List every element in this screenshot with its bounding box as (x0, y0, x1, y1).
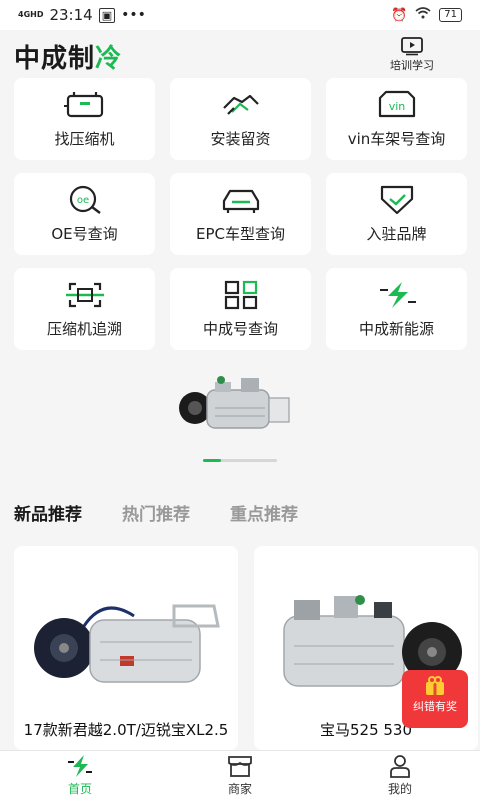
network-indicator: 4GHD (18, 10, 44, 19)
bottom-nav: 首页 商家 我的 (0, 750, 480, 800)
carousel-indicator-active (203, 459, 221, 462)
battery-indicator: 71 (439, 8, 462, 22)
carousel-indicator (203, 459, 277, 462)
error-report-label: 纠错有奖 (413, 700, 457, 713)
tile-label: vin车架号查询 (347, 129, 446, 148)
compressor-product-image (179, 376, 290, 429)
tile-new-energy[interactable]: 中成新能源 (326, 268, 467, 350)
error-report-reward-button[interactable]: 纠错有奖 (402, 670, 468, 728)
logo-accent: 冷 (95, 44, 123, 74)
tab-new-products[interactable]: 新品推荐 (14, 500, 82, 525)
car-icon (222, 189, 259, 213)
compressor-icon (63, 91, 103, 117)
wifi-icon (415, 7, 431, 23)
product-card[interactable]: 17款新君越2.0T/迈锐宝XL2.5 (14, 546, 238, 750)
lightning-icon (379, 281, 416, 308)
app-logo: 中成制冷 (14, 38, 122, 75)
tile-label: OE号查询 (51, 224, 118, 243)
svg-text:vin: vin (388, 100, 405, 113)
tab-hot[interactable]: 热门推荐 (122, 500, 190, 525)
tile-label: 中成新能源 (358, 319, 434, 338)
tile-label: 中成号查询 (202, 319, 278, 338)
user-icon (390, 755, 410, 778)
product-name: 17款新君越2.0T/迈锐宝XL2.5 (23, 721, 229, 739)
tile-epc-query[interactable]: EPC车型查询 (170, 173, 311, 255)
gift-icon (426, 676, 444, 695)
status-right: ⏰ 71 (391, 7, 462, 23)
banner-carousel[interactable] (0, 360, 480, 470)
tile-vin-query[interactable]: vin vin车架号查询 (326, 78, 467, 160)
app-header: 中成制冷 培训学习 (0, 30, 480, 76)
tile-oe-query[interactable]: oe OE号查询 (14, 173, 155, 255)
video-play-icon (401, 37, 423, 56)
handshake-icon (222, 94, 259, 115)
tile-brand-join[interactable]: 入驻品牌 (326, 173, 467, 255)
tile-label: 找压缩机 (54, 129, 115, 148)
trace-scan-icon (65, 282, 104, 307)
tile-compressor-trace[interactable]: 压缩机追溯 (14, 268, 155, 350)
grid-blocks-icon (224, 280, 257, 309)
nav-label: 我的 (387, 782, 412, 796)
oe-search-icon: oe (69, 185, 101, 214)
status-time: 23:14 (49, 6, 93, 24)
nav-label: 商家 (227, 782, 252, 796)
recommend-tabs: 新品推荐 热门推荐 重点推荐 (14, 500, 298, 525)
svg-text:oe: oe (76, 195, 88, 206)
tab-featured[interactable]: 重点推荐 (230, 500, 298, 525)
hd-icon: ▣ (98, 7, 116, 23)
tile-zc-number-query[interactable]: 中成号查询 (170, 268, 311, 350)
vin-icon: vin (378, 90, 415, 117)
alarm-icon: ⏰ (391, 7, 408, 23)
tile-label: 压缩机追溯 (46, 319, 122, 338)
tile-label: 安装留资 (210, 129, 271, 148)
store-icon (228, 756, 252, 777)
status-left: 4GHD 23:14 ▣ ••• (18, 6, 146, 24)
more-icon: ••• (121, 7, 146, 23)
logo-main: 中成制 (14, 44, 96, 74)
function-grid: 找压缩机 安装留资 vin vin车架号查询 oe OE号查询 EPC车型查询 … (14, 78, 467, 350)
nav-merchants[interactable]: 商家 (160, 751, 320, 800)
tile-label: EPC车型查询 (196, 224, 285, 243)
nav-home[interactable]: 首页 (0, 751, 160, 800)
brand-shield-icon (380, 185, 413, 214)
training-label: 培训学习 (390, 59, 434, 72)
training-button[interactable]: 培训学习 (384, 36, 440, 73)
status-bar: 4GHD 23:14 ▣ ••• ⏰ 71 (0, 0, 480, 30)
nav-profile[interactable]: 我的 (320, 751, 480, 800)
tile-install-info[interactable]: 安装留资 (170, 78, 311, 160)
product-list: 17款新君越2.0T/迈锐宝XL2.5 宝马525 530 (14, 546, 478, 750)
home-bolt-icon (68, 755, 92, 777)
nav-label: 首页 (67, 782, 92, 796)
product-image (34, 604, 220, 683)
tile-find-compressor[interactable]: 找压缩机 (14, 78, 155, 160)
tile-label: 入驻品牌 (366, 224, 427, 243)
